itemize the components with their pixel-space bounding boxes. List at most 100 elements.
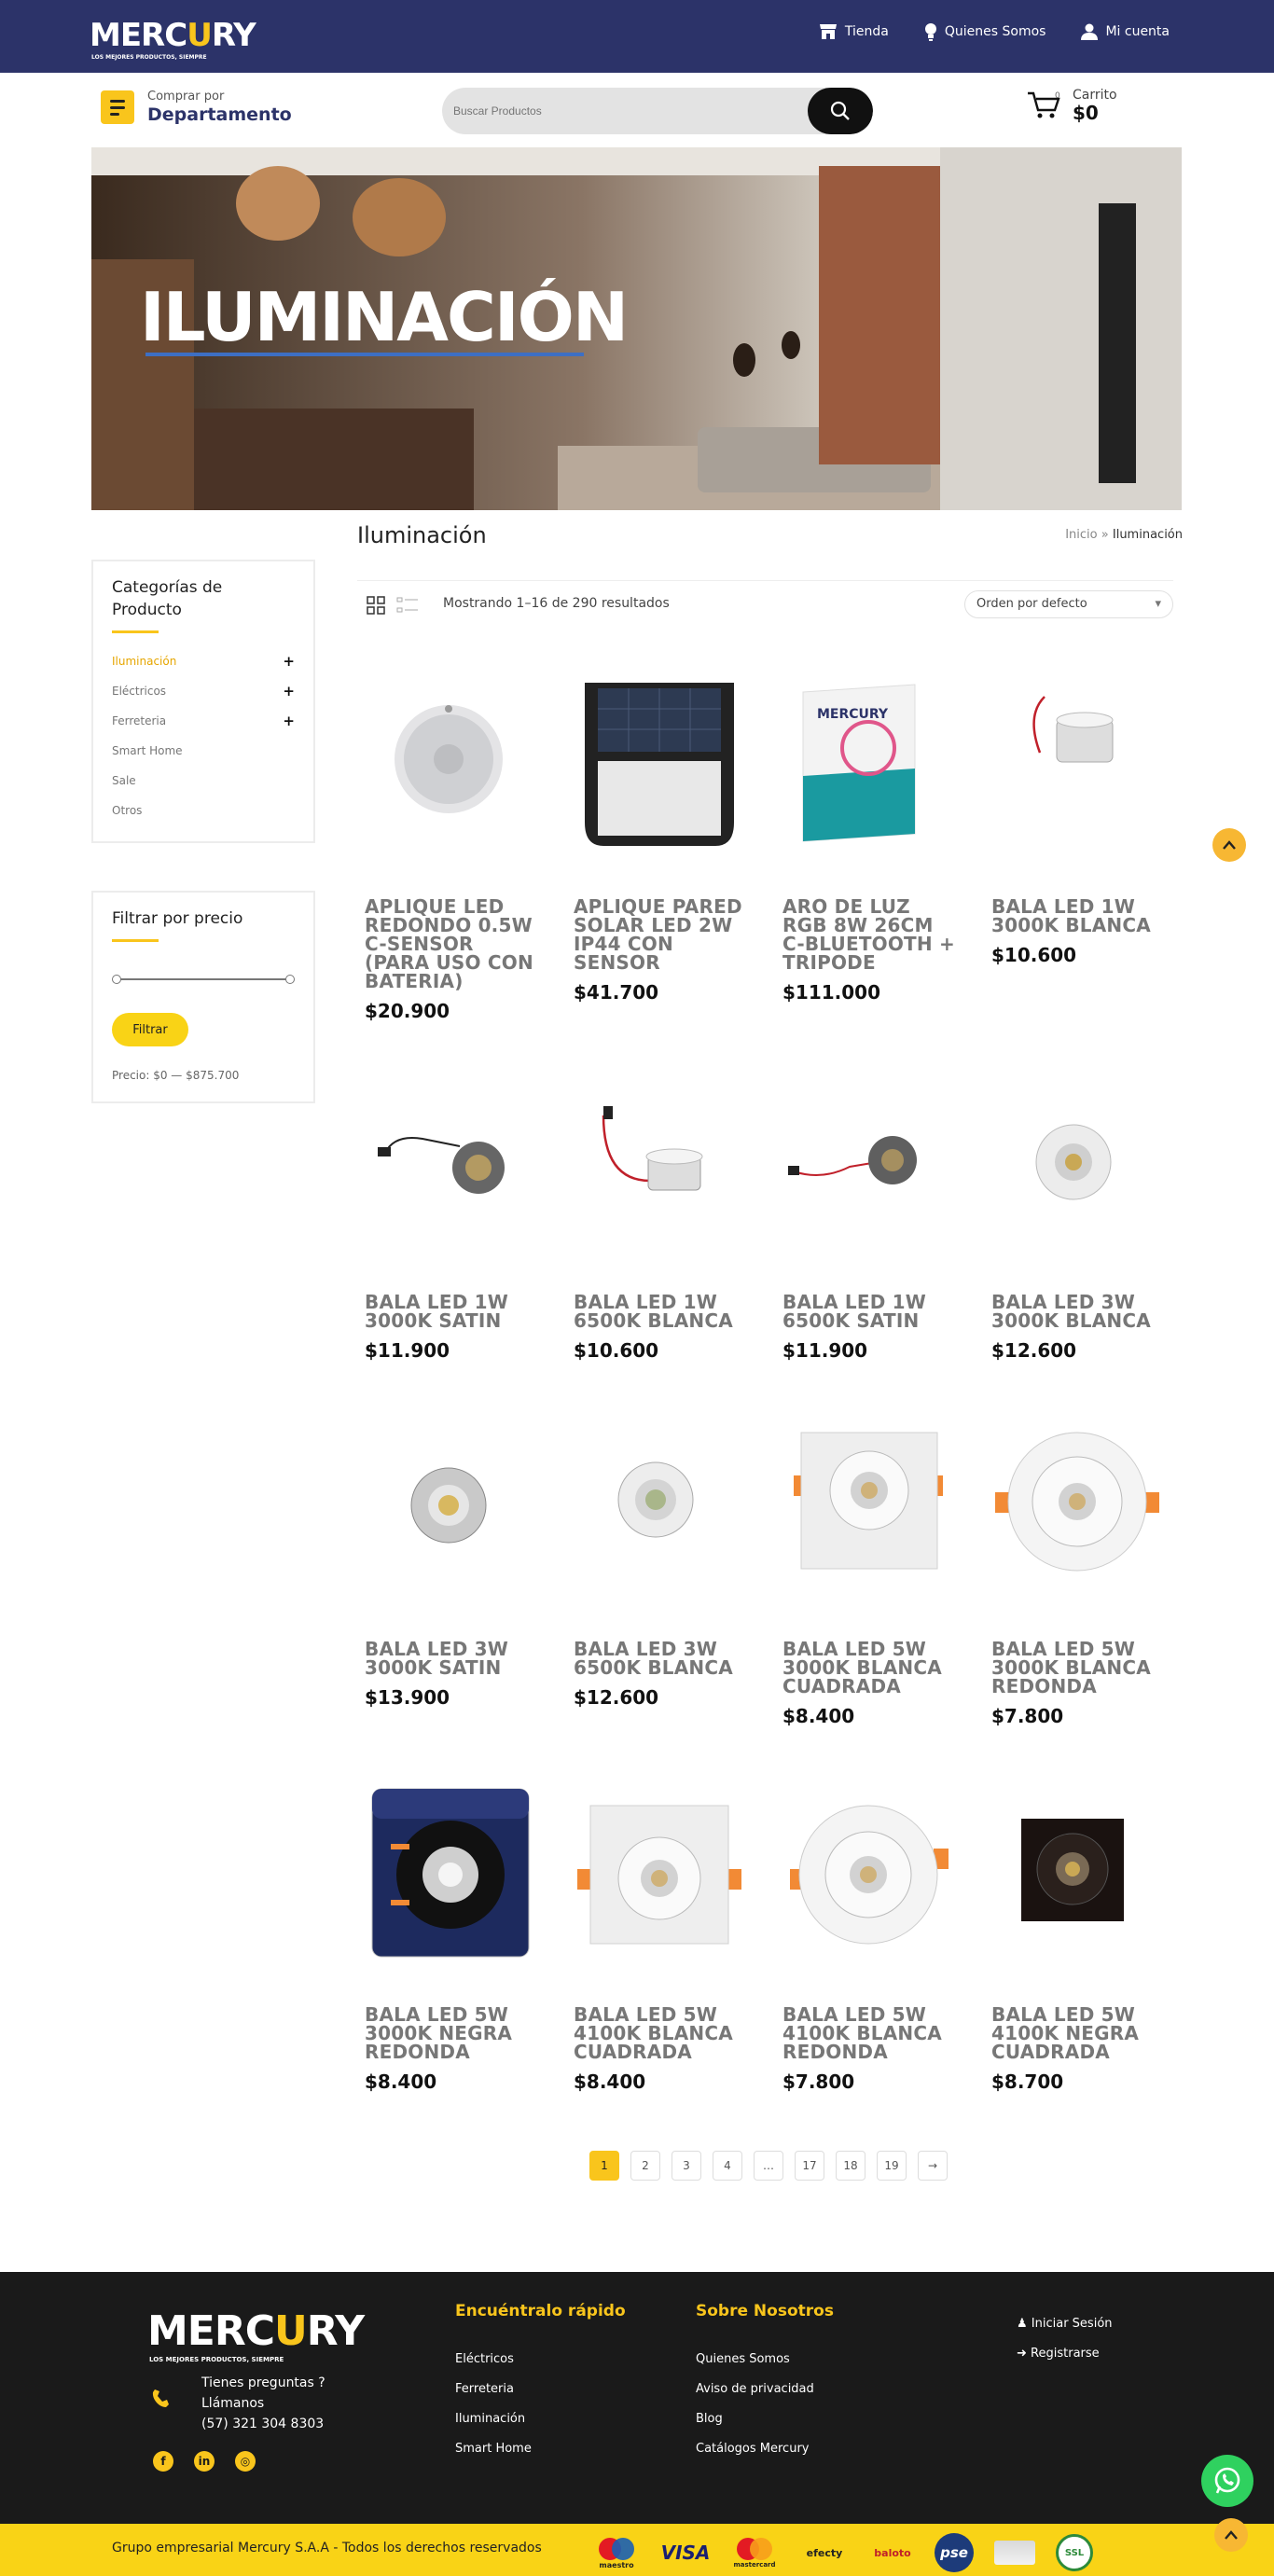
whatsapp-button[interactable] <box>1201 2455 1253 2507</box>
footer-link-privacidad[interactable]: Aviso de privacidad <box>696 2375 834 2404</box>
product-name[interactable]: BALA LED 5W 3000K BLANCA REDONDA <box>991 1640 1169 1696</box>
product-image[interactable] <box>984 1059 1170 1265</box>
category-item-otros[interactable]: Otros <box>112 796 295 825</box>
product-name[interactable]: APLIQUE LED REDONDO 0.5W C-SENSOR (PARA … <box>365 897 542 990</box>
logo-tagline: LOS MEJORES PRODUCTOS, SIEMPRE <box>91 54 207 61</box>
product-image[interactable] <box>566 664 753 869</box>
product-name[interactable]: BALA LED 3W 6500K BLANCA <box>574 1640 751 1677</box>
sort-select-value: Orden por defecto <box>976 597 1087 611</box>
product-image[interactable] <box>984 1406 1170 1612</box>
category-item-iluminacion[interactable]: Iluminación + <box>112 646 295 676</box>
product-name[interactable]: BALA LED 1W 6500K SATIN <box>782 1293 960 1330</box>
instagram-icon[interactable]: ◎ <box>235 2451 256 2472</box>
category-item-smart-home[interactable]: Smart Home <box>112 736 295 766</box>
expand-icon[interactable]: + <box>283 713 295 729</box>
product-image[interactable] <box>357 1406 544 1612</box>
baloto-logo: baloto <box>874 2546 911 2559</box>
scroll-to-top-button-bottom[interactable] <box>1214 2518 1248 2552</box>
cart[interactable]: 0 Carrito $0 <box>1026 88 1117 123</box>
linkedin-icon[interactable]: in <box>194 2451 215 2472</box>
product-image[interactable] <box>775 1406 962 1612</box>
product-price: $41.700 <box>574 981 659 1004</box>
nav-mi-cuenta-label: Mi cuenta <box>1105 24 1170 39</box>
product-price: $12.600 <box>991 1339 1077 1362</box>
register-link[interactable]: ➜ Registrarse <box>1017 2339 1113 2369</box>
result-count: Mostrando 1–16 de 290 resultados <box>443 596 670 611</box>
sort-select[interactable]: Orden por defecto <box>964 590 1173 618</box>
product-price: $10.600 <box>574 1339 659 1362</box>
price-slider-max-handle[interactable] <box>283 972 298 987</box>
page-19[interactable]: 19 <box>877 2151 907 2181</box>
login-link[interactable]: ♟ Iniciar Sesión <box>1017 2309 1113 2339</box>
grid-view-icon[interactable] <box>367 596 385 615</box>
facebook-icon[interactable]: f <box>153 2451 173 2472</box>
footer-about-links: Sobre Nosotros Quienes Somos Aviso de pr… <box>696 2302 834 2464</box>
product-image[interactable] <box>566 1406 753 1612</box>
product-price: $12.600 <box>574 1686 659 1709</box>
page-18[interactable]: 18 <box>836 2151 865 2181</box>
product-image[interactable] <box>357 1059 544 1265</box>
page-3[interactable]: 3 <box>672 2151 701 2181</box>
quick-links-title: Encuéntralo rápido <box>455 2302 626 2320</box>
price-slider-min-handle[interactable] <box>109 972 124 987</box>
footer-logo[interactable]: MERCURY LOS MEJORES PRODUCTOS, SIEMPRE <box>147 2307 365 2363</box>
product-image[interactable]: MERCURY <box>775 664 962 869</box>
page-1[interactable]: 1 <box>589 2151 619 2181</box>
product-image[interactable] <box>984 1772 1170 1977</box>
filter-button[interactable]: Filtrar <box>112 1013 188 1046</box>
price-slider[interactable] <box>109 970 298 989</box>
category-item-electricos[interactable]: Eléctricos + <box>112 676 295 706</box>
product-image[interactable] <box>357 1772 544 1977</box>
product-image[interactable] <box>775 1059 962 1265</box>
footer-link-blog[interactable]: Blog <box>696 2404 834 2434</box>
product-name[interactable]: BALA LED 1W 3000K SATIN <box>365 1293 542 1330</box>
brand-logo[interactable]: MERCURY LOS MEJORES PRODUCTOS, SIEMPRE <box>90 17 256 61</box>
product-name[interactable]: BALA LED 5W 4100K BLANCA REDONDA <box>782 2005 960 2061</box>
product-name[interactable]: BALA LED 3W 3000K BLANCA <box>991 1293 1169 1330</box>
product-name[interactable]: ARO DE LUZ RGB 8W 26CM C-BLUETOOTH + TRI… <box>782 897 960 972</box>
breadcrumb-home[interactable]: Inicio <box>1065 528 1097 542</box>
footer-link-iluminacion[interactable]: Iluminación <box>455 2404 626 2434</box>
mastercard-logo: mastercard <box>731 2536 778 2569</box>
price-filter-title: Filtrar por precio <box>112 909 243 928</box>
page-17[interactable]: 17 <box>795 2151 824 2181</box>
product-price: $8.400 <box>365 2070 437 2093</box>
category-item-ferreteria[interactable]: Ferreteria + <box>112 706 295 736</box>
footer-link-quienes-somos[interactable]: Quienes Somos <box>696 2345 834 2375</box>
department-menu[interactable]: Comprar por Departamento <box>101 90 292 125</box>
expand-icon[interactable]: + <box>283 653 295 670</box>
nav-quienes-somos[interactable]: Quienes Somos <box>924 22 1046 41</box>
footer-link-smart-home[interactable]: Smart Home <box>455 2434 626 2464</box>
product-name[interactable]: APLIQUE PARED SOLAR LED 2W IP44 CON SENS… <box>574 897 751 972</box>
product-image[interactable] <box>566 1059 753 1265</box>
footer-link-ferreteria[interactable]: Ferreteria <box>455 2375 626 2404</box>
page-4[interactable]: 4 <box>713 2151 742 2181</box>
product-name[interactable]: BALA LED 5W 4100K NEGRA CUADRADA <box>991 2005 1169 2061</box>
product-name[interactable]: BALA LED 1W 6500K BLANCA <box>574 1293 751 1330</box>
product-image[interactable] <box>775 1772 962 1977</box>
payment-methods: maestro VISA mastercard efecty baloto ps… <box>593 2533 1093 2572</box>
nav-mi-cuenta[interactable]: Mi cuenta <box>1081 22 1170 41</box>
nav-tienda[interactable]: Tienda <box>819 22 889 41</box>
product-name[interactable]: BALA LED 5W 4100K BLANCA CUADRADA <box>574 2005 751 2061</box>
product-image[interactable] <box>566 1772 753 1977</box>
expand-icon[interactable]: + <box>283 683 295 699</box>
footer-link-electricos[interactable]: Eléctricos <box>455 2345 626 2375</box>
page-2[interactable]: 2 <box>630 2151 660 2181</box>
contact-phone[interactable]: (57) 321 304 8303 <box>147 2414 325 2434</box>
product-name[interactable]: BALA LED 5W 3000K BLANCA CUADRADA <box>782 1640 960 1696</box>
search-button[interactable] <box>808 88 873 134</box>
scroll-to-top-button[interactable] <box>1212 828 1246 862</box>
footer-link-catalogos[interactable]: Catálogos Mercury <box>696 2434 834 2464</box>
product-name[interactable]: BALA LED 1W 3000K BLANCA <box>991 897 1169 935</box>
product-name[interactable]: BALA LED 3W 3000K SATIN <box>365 1640 542 1677</box>
search-input[interactable] <box>442 88 815 134</box>
product-name[interactable]: BALA LED 5W 3000K NEGRA REDONDA <box>365 2005 542 2061</box>
next-page-button[interactable]: → <box>918 2151 948 2181</box>
category-item-sale[interactable]: Sale <box>112 766 295 796</box>
breadcrumb-separator: » <box>1101 528 1109 542</box>
product-image[interactable] <box>357 664 544 869</box>
product-image[interactable] <box>984 664 1170 869</box>
list-view-icon[interactable] <box>396 596 419 615</box>
category-banner: ILUMINACIÓN <box>91 147 1182 510</box>
